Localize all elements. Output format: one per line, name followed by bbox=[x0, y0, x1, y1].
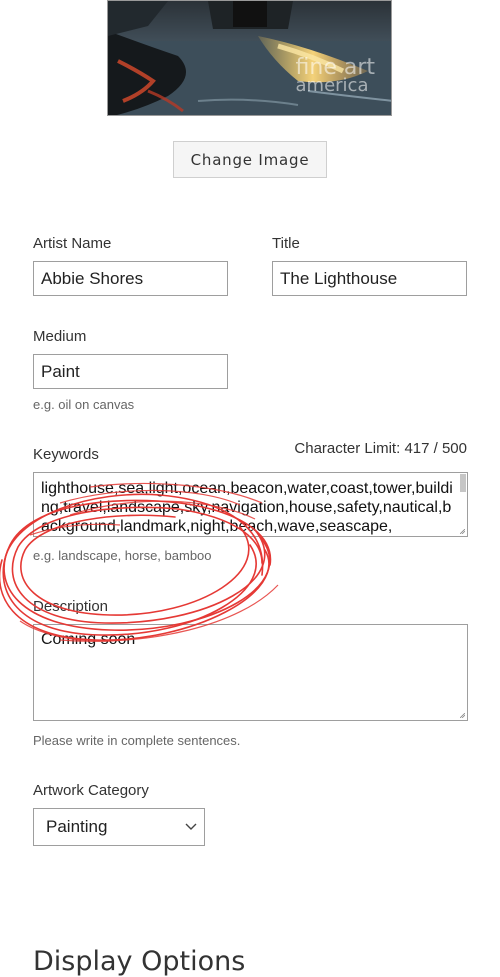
display-options-heading: Display Options bbox=[33, 946, 246, 977]
keywords-label: Keywords bbox=[33, 446, 99, 463]
medium-label: Medium bbox=[33, 328, 87, 345]
medium-field[interactable]: Paint bbox=[33, 354, 228, 389]
medium-help-text: e.g. oil on canvas bbox=[33, 397, 135, 412]
artwork-preview-image: fine art america bbox=[107, 0, 392, 116]
artwork-category-label: Artwork Category bbox=[33, 782, 149, 799]
description-textarea[interactable]: Coming soon bbox=[33, 624, 468, 721]
title-label: Title bbox=[272, 235, 300, 252]
resize-handle-icon[interactable] bbox=[460, 713, 465, 718]
artwork-category-value: Painting bbox=[46, 817, 108, 836]
title-field[interactable]: The Lighthouse bbox=[272, 261, 467, 296]
keywords-scrollbar[interactable] bbox=[460, 474, 466, 492]
artist-name-value: Abbie Shores bbox=[41, 268, 144, 288]
keywords-value: lighthouse,sea,light,ocean,beacon,water,… bbox=[41, 480, 453, 535]
resize-handle-icon[interactable] bbox=[460, 529, 465, 534]
artist-name-label: Artist Name bbox=[33, 235, 112, 252]
character-limit-counter: Character Limit: 417 / 500 bbox=[294, 440, 467, 457]
keywords-help-text: e.g. landscape, horse, bamboo bbox=[33, 548, 212, 563]
description-help-text: Please write in complete sentences. bbox=[33, 733, 241, 748]
description-label: Description bbox=[33, 598, 109, 615]
description-value: Coming soon bbox=[41, 631, 136, 648]
watermark-text: fine art america bbox=[295, 55, 375, 96]
keywords-textarea[interactable]: lighthouse,sea,light,ocean,beacon,water,… bbox=[33, 472, 468, 537]
chevron-down-icon bbox=[185, 823, 197, 830]
artist-name-field[interactable]: Abbie Shores bbox=[33, 261, 228, 296]
title-value: The Lighthouse bbox=[280, 268, 398, 288]
medium-value: Paint bbox=[41, 361, 80, 381]
artwork-category-select[interactable]: Painting bbox=[33, 808, 205, 846]
change-image-button[interactable]: Change Image bbox=[173, 141, 327, 178]
